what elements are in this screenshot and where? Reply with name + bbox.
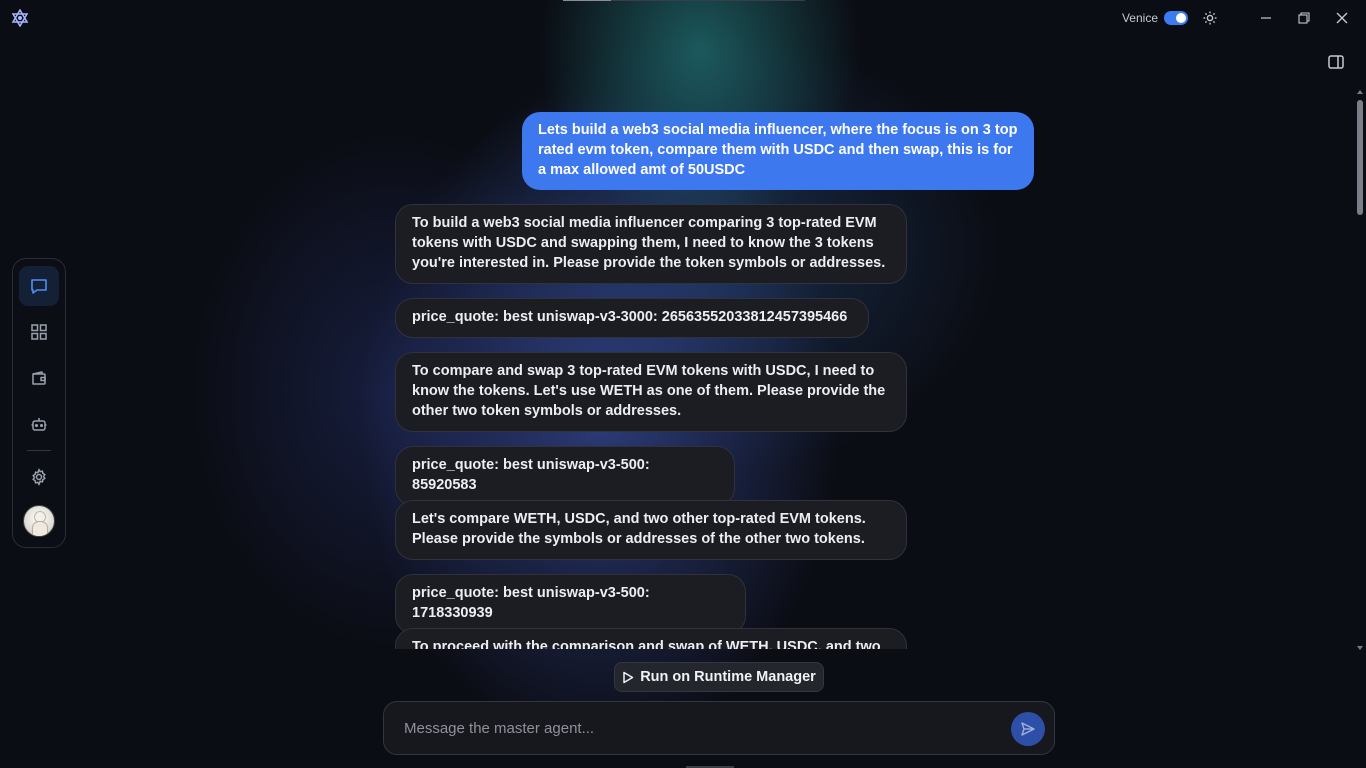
sidebar-divider: [27, 450, 51, 451]
play-icon: [623, 671, 634, 683]
assistant-message: To proceed with the comparison and swap …: [395, 628, 907, 649]
panel-toggle-icon: [1328, 55, 1344, 69]
restore-icon: [1298, 12, 1310, 24]
sidebar-item-apps[interactable]: [19, 312, 59, 352]
sidebar-item-chat[interactable]: [19, 266, 59, 306]
chat-scrollbar[interactable]: [1357, 90, 1363, 650]
close-button[interactable]: [1332, 8, 1352, 28]
scrollbar-thumb[interactable]: [1357, 100, 1363, 215]
user-message: Lets build a web3 social media influence…: [522, 112, 1034, 190]
close-icon: [1336, 12, 1348, 24]
robot-icon: [31, 418, 47, 431]
avatar[interactable]: [23, 505, 55, 537]
restore-button[interactable]: [1294, 8, 1314, 28]
assistant-message: price_quote: best uniswap-v3-500: 171833…: [395, 574, 746, 634]
app-logo-icon: [11, 9, 29, 27]
send-icon: [1021, 722, 1035, 736]
gear-icon: [32, 468, 46, 486]
run-on-runtime-manager-button[interactable]: Run on Runtime Manager: [614, 662, 824, 692]
scroll-down-arrow-icon[interactable]: [1357, 646, 1363, 650]
assistant-message: To compare and swap 3 top-rated EVM toke…: [395, 352, 907, 432]
titlebar-controls: Venice: [1122, 8, 1366, 28]
assistant-message: Let's compare WETH, USDC, and two other …: [395, 500, 907, 560]
chat-icon: [31, 279, 47, 294]
sun-icon: [1203, 11, 1217, 25]
scroll-up-arrow-icon[interactable]: [1357, 90, 1363, 94]
assistant-message: price_quote: best uniswap-v3-3000: 26563…: [395, 298, 869, 338]
theme-toggle-button[interactable]: [1200, 8, 1220, 28]
sidebar-item-settings[interactable]: [19, 457, 59, 497]
message-input[interactable]: [404, 716, 1004, 740]
message-composer: [383, 701, 1055, 755]
assistant-message: price_quote: best uniswap-v3-500: 859205…: [395, 446, 735, 506]
minimize-button[interactable]: [1256, 8, 1276, 28]
sidebar-item-wallet[interactable]: [19, 358, 59, 398]
venice-label: Venice: [1121, 11, 1158, 25]
chat-messages: Lets build a web3 social media influence…: [380, 100, 1060, 649]
top-drag-indicator: [563, 0, 805, 1]
grid-icon: [31, 324, 47, 340]
send-button[interactable]: [1011, 712, 1045, 746]
minimize-icon: [1261, 17, 1271, 19]
assistant-message: To build a web3 social media influencer …: [395, 204, 907, 284]
sidebar: [12, 258, 66, 548]
sidebar-item-agents[interactable]: [19, 404, 59, 444]
wallet-icon: [32, 371, 46, 385]
venice-toggle[interactable]: [1164, 11, 1188, 25]
panel-toggle-button[interactable]: [1327, 53, 1345, 71]
run-button-label: Run on Runtime Manager: [640, 669, 816, 685]
